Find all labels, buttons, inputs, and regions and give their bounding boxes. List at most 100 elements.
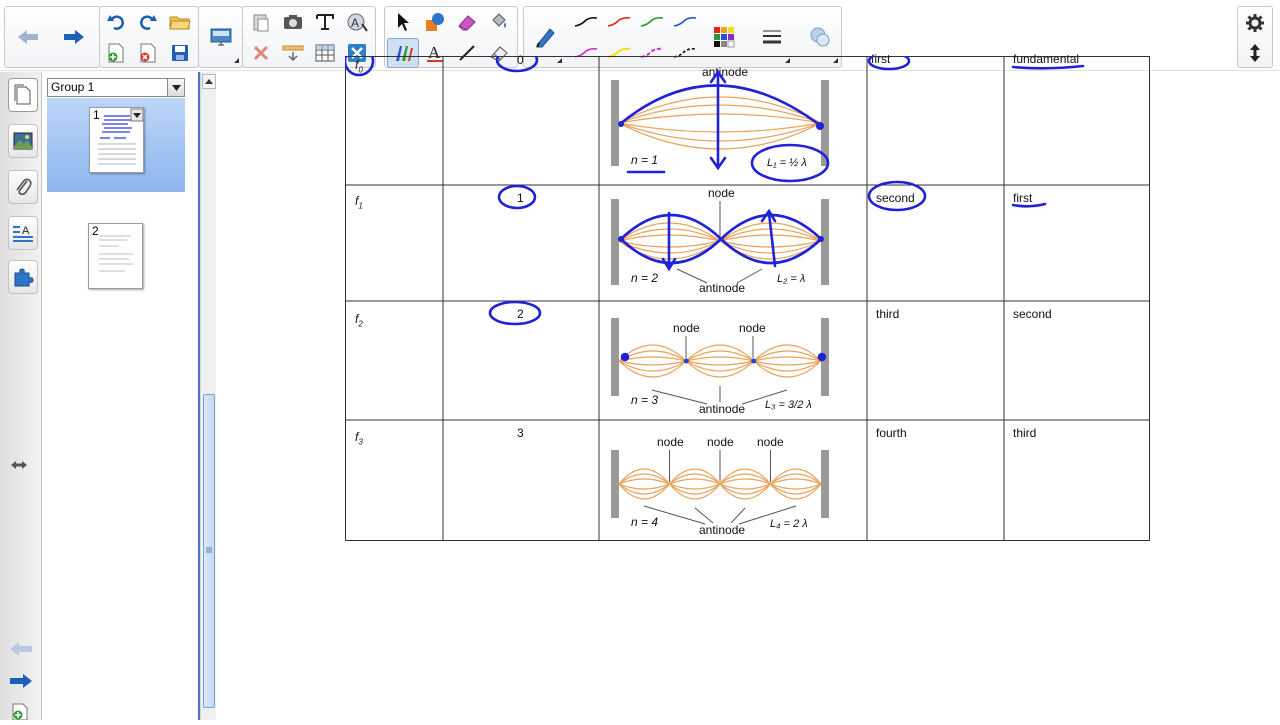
gallery-icon [13,132,33,150]
settings-gear-icon[interactable] [1241,10,1269,36]
node-label: node [739,321,766,335]
antinode-label: antinode [699,523,745,537]
undo-icon[interactable] [102,9,130,35]
screen-capture-icon[interactable] [279,9,307,35]
page-sorter-icon [14,84,31,105]
attachments-tab[interactable] [8,170,38,204]
n-label: n = 4 [631,515,658,529]
svg-text:A: A [351,16,359,30]
overtone-label: first [1013,191,1033,205]
new-page-icon[interactable] [102,40,130,66]
puzzle-icon [14,268,34,287]
antinode-label: antinode [699,281,745,295]
line-swatch-red[interactable] [605,9,633,35]
properties-tab[interactable]: A [8,216,38,250]
vertical-scrollbar[interactable] [200,72,216,720]
gallery-tab[interactable] [8,124,38,158]
wave-diagram-4: node node node antinode n = 4 L₄ = 2 λ [611,435,829,537]
group-dropdown-value: Group 1 [51,80,95,94]
forward-arrow-icon[interactable] [60,24,88,50]
back-arrow-icon[interactable] [14,24,42,50]
harmonic-label: second [876,191,915,205]
n-label: n = 3 [631,393,658,407]
page-2-thumbnail[interactable]: 2 [88,223,143,289]
n-value: 0 [517,53,524,67]
frequency-label: f0 [355,58,363,75]
length-label: L₄ = 2 λ [770,518,808,530]
page-sorter-panel: Group 1 1 2 [43,72,200,720]
save-icon[interactable] [166,40,194,66]
antinode-label: antinode [702,65,748,79]
wave-diagram-2: node antinode n = 2 L₂ = λ [611,189,829,295]
delete-icon[interactable] [247,40,275,66]
properties-icon: A [13,225,33,242]
length-label: L₂ = λ [777,273,805,285]
frequency-label: f2 [355,312,363,329]
shapes-icon[interactable] [421,9,449,35]
line-swatch-black[interactable] [572,9,600,35]
screen-shade-icon[interactable] [207,24,235,50]
node-label: node [708,189,735,200]
scrollbar-thumb[interactable] [203,394,215,708]
select-icon[interactable] [389,9,417,35]
n-value: 3 [517,426,524,440]
paperclip-icon [16,178,32,196]
fill-icon[interactable] [485,9,513,35]
magic-pen-icon[interactable]: A [343,9,371,35]
chevron-down-icon[interactable] [167,79,184,96]
harmonic-label: fourth [876,426,907,440]
previous-page-icon[interactable] [8,639,34,664]
group-dropdown[interactable]: Group 1 [47,78,185,97]
color-palette-icon[interactable] [710,24,738,50]
frequency-label: f1 [355,194,363,211]
next-page-icon[interactable] [8,671,34,696]
nav-group [4,6,100,68]
display-group [198,6,243,68]
insert-icon[interactable] [279,40,307,66]
file-group [99,6,199,68]
node-label: node [657,435,684,449]
eraser-icon[interactable] [453,9,481,35]
move-toolbar-icon[interactable] [1241,40,1269,66]
length-label: L₃ = 3/2 λ [765,399,812,411]
addons-tab[interactable] [8,260,38,294]
length-label: L₁ = ½ λ [767,157,807,169]
n-value: 1 [517,191,524,205]
fill-effects-icon[interactable] [806,24,834,50]
svg-text:A: A [22,225,30,237]
frequency-label: f3 [355,430,363,447]
line-swatch-blue[interactable] [671,9,699,35]
add-page-icon[interactable] [10,702,30,725]
node-label: node [707,435,734,449]
overtone-label: third [1013,426,1037,440]
wave-diagram-3: node node antinode n = 3 L₃ = 3/2 λ [611,318,829,416]
table-icon[interactable] [311,40,339,66]
line-swatch-green[interactable] [638,9,666,35]
whiteboard-canvas[interactable]: f0 0 first fundamental antinode n = 1 L₁… [217,52,1280,720]
node-label: node [673,321,700,335]
page-sorter-tab[interactable] [8,78,38,112]
page-1-thumbnail[interactable]: 1 [89,107,144,173]
paste-icon[interactable] [247,9,275,35]
overtone-label: fundamental [1013,52,1080,66]
standing-waves-table: f0 0 first fundamental antinode n = 1 L₁… [345,52,1150,541]
pen-tool-icon[interactable] [531,24,559,50]
overtone-label: second [1013,307,1052,321]
settings-group [1237,6,1273,68]
scroll-up-arrow-icon[interactable] [202,74,216,89]
n-label: n = 1 [631,153,658,167]
node-label: node [757,435,784,449]
wave-diagram-1: antinode n = 1 L₁ = ½ λ [611,65,829,169]
harmonic-label: third [876,307,900,321]
redo-icon[interactable] [134,9,162,35]
side-tab-column: A [0,72,42,721]
open-folder-icon[interactable] [166,9,194,35]
text-tool-icon[interactable] [311,9,339,35]
harmonic-label: first [871,52,891,66]
resize-panel-icon[interactable] [10,458,28,476]
n-label: n = 2 [631,271,658,285]
n-value: 2 [517,307,524,321]
delete-page-icon[interactable] [134,40,162,66]
page-thumbnail-selected[interactable]: 1 [47,98,185,192]
line-style-icon[interactable] [758,24,786,50]
